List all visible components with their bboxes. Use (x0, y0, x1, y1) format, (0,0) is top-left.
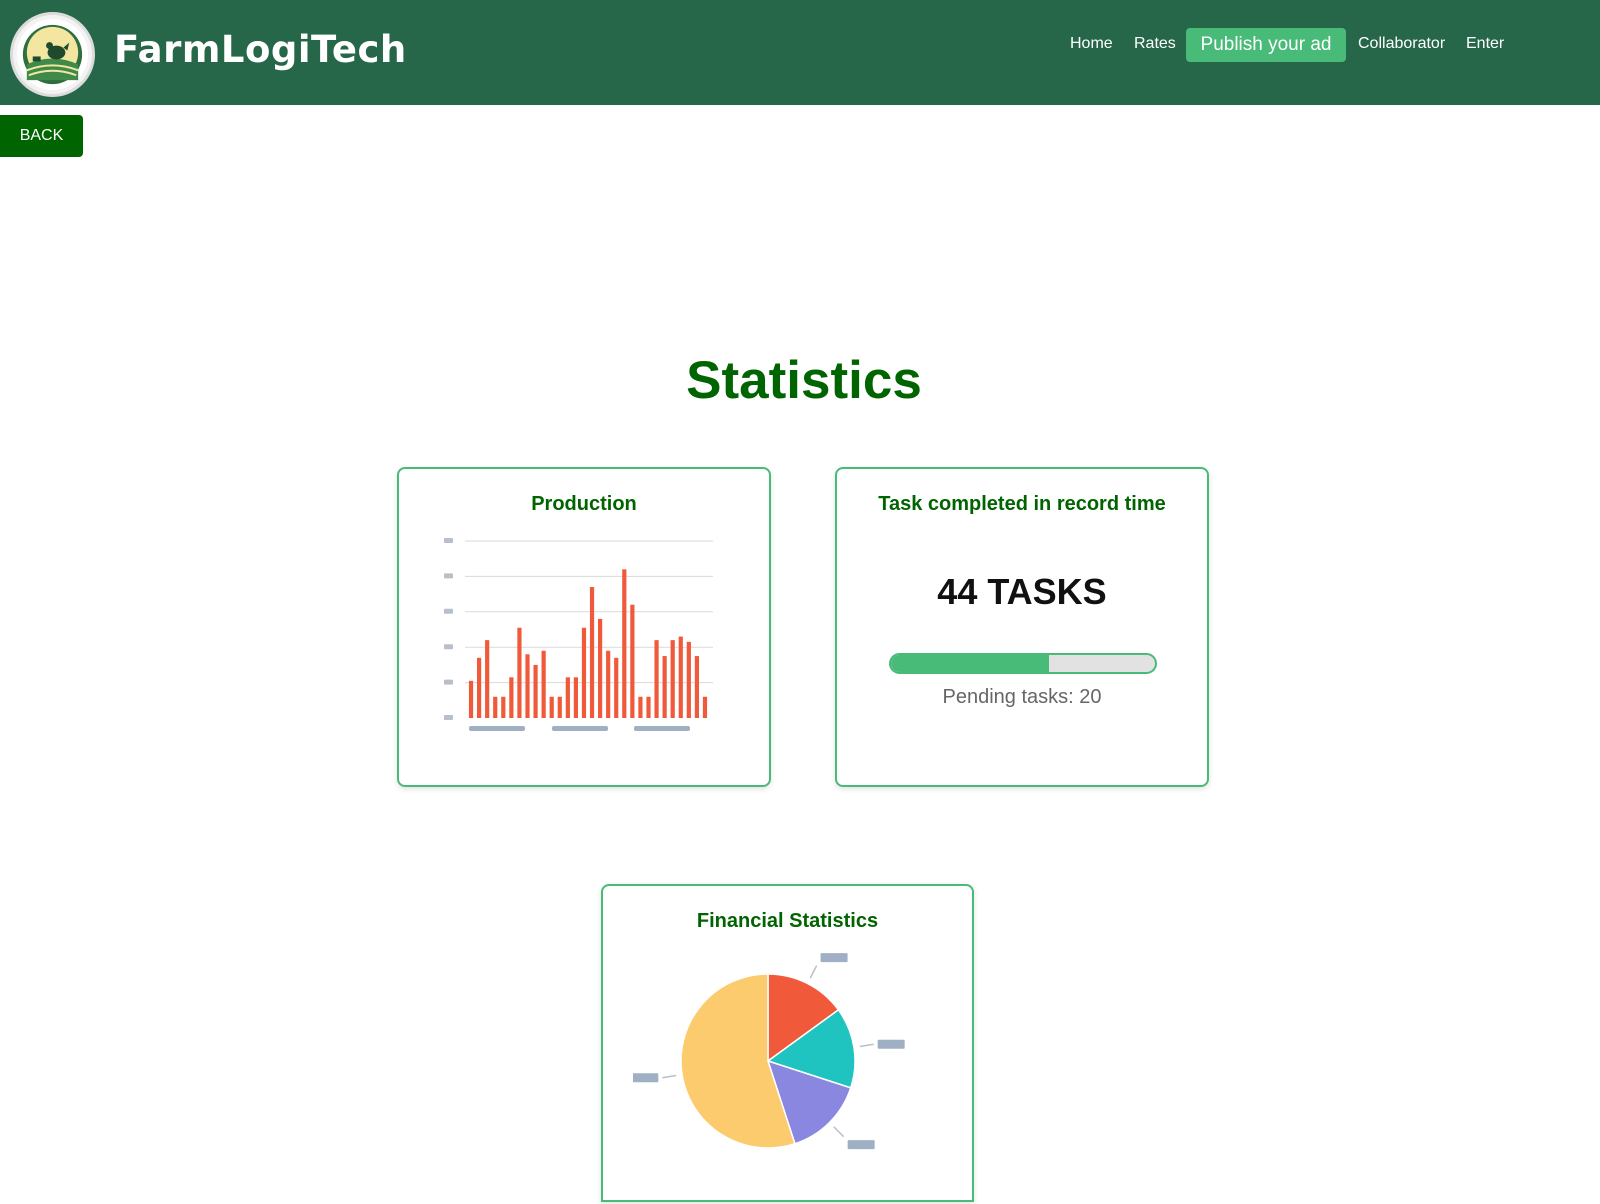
bar (493, 696, 498, 718)
bar (638, 696, 643, 718)
pie-data-label (633, 1073, 659, 1083)
tasks-title: Task completed in record time (878, 493, 1166, 515)
bar (581, 627, 587, 718)
pie-leader-line (833, 1126, 845, 1138)
y-tick-label (444, 573, 453, 579)
bar (557, 696, 562, 718)
tasks-card: Task completed in record time 44 TASKS P… (835, 467, 1209, 787)
bar (565, 677, 570, 718)
bar (541, 650, 546, 718)
production-card: Production (397, 467, 771, 787)
pie-leader-line (859, 1043, 874, 1048)
bar (485, 640, 490, 718)
bar (533, 664, 538, 718)
pie-data-label (847, 1140, 875, 1150)
farm-logo[interactable] (10, 12, 95, 97)
production-bar-chart (444, 538, 713, 731)
bar (549, 696, 554, 718)
bar (670, 640, 675, 718)
nav-rates[interactable]: Rates (1134, 35, 1176, 53)
pending-tasks-label: Pending tasks: 20 (942, 686, 1102, 708)
bar (622, 569, 627, 718)
x-tick-label (634, 726, 690, 731)
publish-ad-button[interactable]: Publish your ad (1186, 28, 1346, 62)
pie-leader-line (809, 965, 818, 979)
task-progress-fill (891, 655, 1050, 672)
bar (501, 696, 506, 718)
bar (654, 640, 659, 718)
y-tick-label (444, 538, 453, 543)
financial-card: Financial Statistics (601, 884, 974, 1202)
chicken-farm-logo-icon (16, 18, 89, 91)
financial-title: Financial Statistics (696, 910, 879, 932)
nav-home[interactable]: Home (1070, 35, 1113, 53)
x-tick-label (469, 726, 525, 731)
bar (589, 587, 595, 718)
task-progress-bar (889, 653, 1157, 674)
bar (662, 656, 667, 718)
page-title: Statistics (686, 351, 922, 410)
nav-collaborator[interactable]: Collaborator (1358, 35, 1445, 53)
y-tick-label (444, 644, 453, 650)
bar (525, 654, 530, 718)
nav-enter[interactable]: Enter (1466, 35, 1504, 53)
production-title: Production (531, 493, 637, 515)
bar (517, 627, 522, 718)
bar (630, 604, 635, 718)
bar (477, 657, 482, 718)
financial-pie-chart (633, 953, 905, 1150)
bar (606, 650, 611, 718)
bar (598, 618, 603, 718)
x-tick-label (552, 726, 608, 731)
bar (509, 677, 514, 718)
y-tick-label (444, 715, 453, 720)
pie-data-label (820, 953, 848, 963)
bar (694, 656, 699, 718)
bar (686, 641, 691, 718)
pie-data-label (877, 1039, 905, 1049)
bar (614, 657, 619, 718)
top-navbar: FarmLogiTech Home Rates Publish your ad … (0, 0, 1600, 105)
bar (468, 680, 474, 718)
y-tick-label (444, 608, 453, 614)
tasks-count: 44 TASKS (937, 571, 1107, 612)
back-button[interactable]: BACK (0, 115, 83, 157)
bar (702, 696, 708, 718)
bar (573, 677, 578, 718)
bar (646, 696, 651, 718)
y-tick-label (444, 679, 453, 685)
brand-name[interactable]: FarmLogiTech (114, 28, 407, 71)
pie-leader-line (662, 1074, 677, 1079)
bar (678, 636, 683, 718)
